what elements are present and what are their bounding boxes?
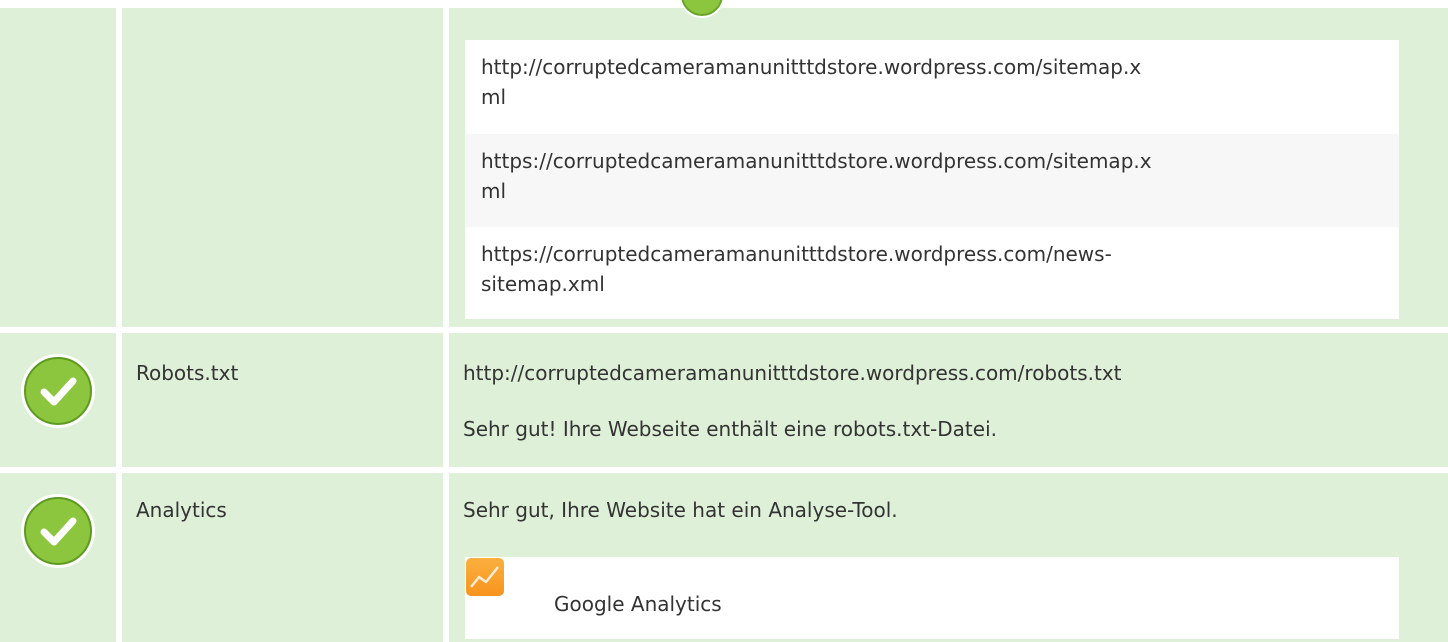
robots-label-cell: Robots.txt <box>122 333 443 467</box>
sitemap-url-line: https://corruptedcameramanunitttdstore.w… <box>481 242 1112 266</box>
robots-url[interactable]: http://corruptedcameramanunitttdstore.wo… <box>463 358 1122 388</box>
sitemap-url-line: ml <box>481 85 507 109</box>
robots-row: Robots.txt http://corruptedcameramanunit… <box>0 333 1448 467</box>
sitemap-list-item[interactable]: http://corruptedcameramanunitttdstore.wo… <box>465 40 1399 134</box>
sitemap-list-item[interactable]: https://corruptedcameramanunitttdstore.w… <box>465 227 1399 319</box>
analytics-message: Sehr gut, Ihre Website hat ein Analyse-T… <box>463 498 898 522</box>
check-circle-icon <box>679 0 725 18</box>
analytics-tool-item[interactable]: Google Analytics <box>465 557 1399 639</box>
sitemap-url-line: http://corruptedcameramanunitttdstore.wo… <box>481 55 1142 79</box>
sitemap-value-cell: http://corruptedcameramanunitttdstore.wo… <box>449 8 1448 327</box>
analytics-value-cell: Sehr gut, Ihre Website hat ein Analyse-T… <box>449 473 1448 642</box>
analytics-row: Analytics Sehr gut, Ihre Website hat ein… <box>0 473 1448 642</box>
robots-message: Sehr gut! Ihre Webseite enthält eine rob… <box>463 417 997 441</box>
robots-value-cell: http://corruptedcameramanunitttdstore.wo… <box>449 333 1448 467</box>
robots-status-cell <box>0 333 116 467</box>
sitemap-url-line: https://corruptedcameramanunitttdstore.w… <box>481 149 1152 173</box>
robots-label: Robots.txt <box>136 361 239 385</box>
analytics-label: Analytics <box>136 498 227 522</box>
sitemap-url-line: sitemap.xml <box>481 272 605 296</box>
check-circle-icon <box>21 494 95 568</box>
sitemap-icon-cell <box>0 8 116 327</box>
sitemap-url-line: ml <box>481 179 507 203</box>
seo-report-page: http://corruptedcameramanunitttdstore.wo… <box>0 0 1448 642</box>
check-circle-icon <box>21 354 95 428</box>
sitemap-row: http://corruptedcameramanunitttdstore.wo… <box>0 0 1448 327</box>
sitemap-label-cell <box>122 8 443 327</box>
sitemap-list-item[interactable]: https://corruptedcameramanunitttdstore.w… <box>465 134 1399 227</box>
google-analytics-icon <box>466 558 504 596</box>
analytics-tool-name: Google Analytics <box>554 592 722 616</box>
analytics-label-cell: Analytics <box>122 473 443 642</box>
analytics-status-cell <box>0 473 116 642</box>
